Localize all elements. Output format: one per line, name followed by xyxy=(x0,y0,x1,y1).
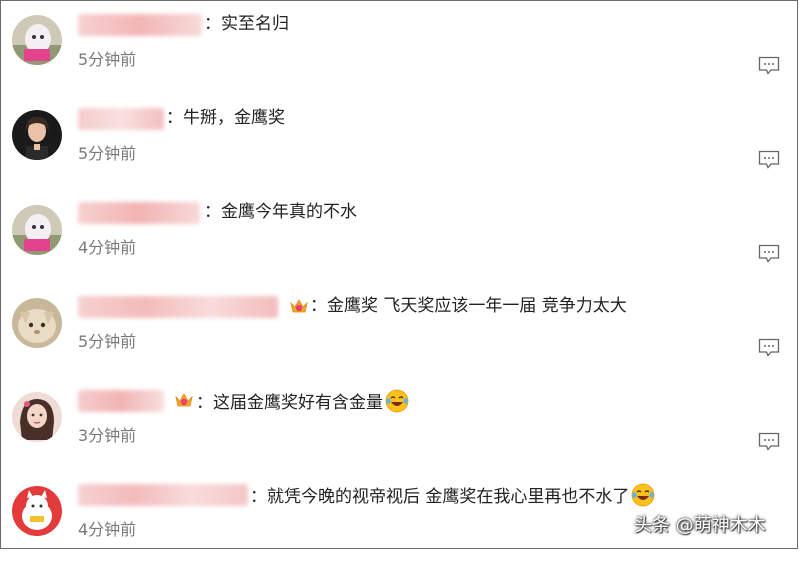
comment-text: ：就凭今晚的视帝视后 金鹰奖在我心里再也不水了 xyxy=(250,483,655,508)
avatar[interactable] xyxy=(12,15,62,65)
comment-text: ：这届金鹰奖好有含金量 xyxy=(196,389,409,414)
comment-item: ：这届金鹰奖好有含金量 3分钟前 xyxy=(0,376,798,470)
comment-body: 实至名归 xyxy=(221,14,289,34)
blurred-username[interactable] xyxy=(78,296,278,318)
timestamp: 5分钟前 xyxy=(78,144,137,163)
comment-body: 金鹰奖 飞天奖应该一年一届 竞争力太大 xyxy=(327,296,627,316)
crown-badge-icon xyxy=(174,390,194,410)
comment-body: 这届金鹰奖好有含金量 xyxy=(213,393,383,413)
avatar[interactable] xyxy=(12,298,62,348)
blurred-username[interactable] xyxy=(78,390,164,412)
separator: ： xyxy=(204,202,221,222)
crown-badge-icon xyxy=(289,296,309,316)
timestamp: 4分钟前 xyxy=(78,520,137,539)
comment-text: ：金鹰奖 飞天奖应该一年一届 竞争力太大 xyxy=(310,295,627,317)
blurred-username[interactable] xyxy=(78,484,248,506)
comment-text: ：实至名归 xyxy=(204,13,289,35)
comment-bubble-icon[interactable] xyxy=(758,432,780,452)
separator: ： xyxy=(204,14,221,34)
comment-item: ：实至名归 5分钟前 xyxy=(0,0,798,94)
comment-text: ：牛掰，金鹰奖 xyxy=(166,107,285,129)
timestamp: 5分钟前 xyxy=(78,332,137,351)
avatar[interactable] xyxy=(12,110,62,160)
watermark: 头条 @萌神木木 xyxy=(634,515,766,536)
blurred-username[interactable] xyxy=(78,202,200,224)
timestamp: 4分钟前 xyxy=(78,238,137,257)
laughing-tears-emoji xyxy=(385,389,409,413)
blurred-username[interactable] xyxy=(78,14,202,36)
comment-body: 金鹰今年真的不水 xyxy=(221,202,357,222)
comment-item: ：金鹰今年真的不水 4分钟前 xyxy=(0,188,798,282)
avatar[interactable] xyxy=(12,205,62,255)
comment-bubble-icon[interactable] xyxy=(758,150,780,170)
comment-body: 牛掰，金鹰奖 xyxy=(183,108,285,128)
blurred-username[interactable] xyxy=(78,108,164,130)
separator: ： xyxy=(196,393,213,413)
avatar[interactable] xyxy=(12,486,62,536)
comment-bubble-icon[interactable] xyxy=(758,338,780,358)
comment-item: ：牛掰，金鹰奖 5分钟前 xyxy=(0,94,798,188)
comment-bubble-icon[interactable] xyxy=(758,56,780,76)
timestamp: 5分钟前 xyxy=(78,50,137,69)
separator: ： xyxy=(250,487,267,507)
comment-body: 就凭今晚的视帝视后 金鹰奖在我心里再也不水了 xyxy=(267,487,630,507)
comment-bubble-icon[interactable] xyxy=(758,244,780,264)
comment-text: ：金鹰今年真的不水 xyxy=(204,201,357,223)
separator: ： xyxy=(310,296,327,316)
separator: ： xyxy=(166,108,183,128)
timestamp: 3分钟前 xyxy=(78,426,137,445)
comment-item: ：金鹰奖 飞天奖应该一年一届 竞争力太大 5分钟前 xyxy=(0,282,798,376)
avatar[interactable] xyxy=(12,392,62,442)
laughing-tears-emoji xyxy=(631,483,655,507)
